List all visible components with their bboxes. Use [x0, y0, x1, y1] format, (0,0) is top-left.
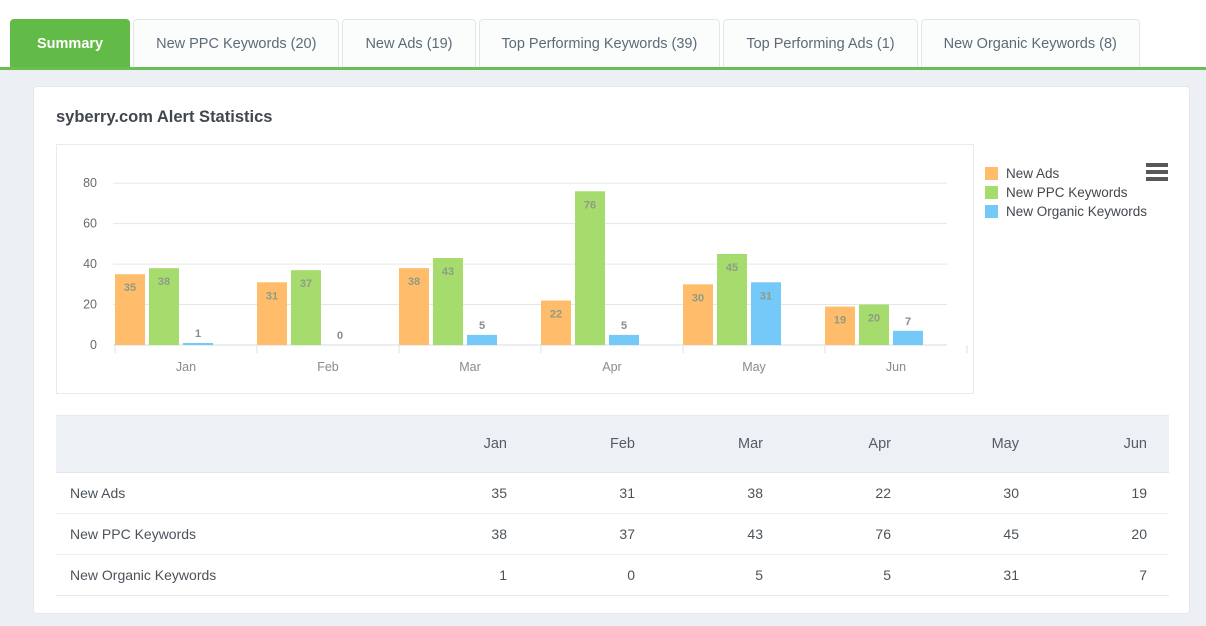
tab-new-ppc-keywords-20[interactable]: New PPC Keywords (20) [133, 19, 339, 67]
table-head: JanFebMarAprMayJun [56, 416, 1169, 473]
legend-swatch-icon [985, 186, 998, 199]
table-cell: 5 [785, 555, 913, 596]
legend-label: New PPC Keywords [1006, 185, 1128, 200]
table-corner-header [56, 416, 401, 473]
y-axis-tick-label: 40 [83, 257, 97, 271]
table-row-label: New PPC Keywords [56, 514, 401, 555]
tab-bar: SummaryNew PPC Keywords (20)New Ads (19)… [0, 0, 1206, 70]
table-cell: 5 [657, 555, 785, 596]
bar-value-label: 20 [868, 313, 880, 325]
table-cell: 76 [785, 514, 913, 555]
table-row: New PPC Keywords383743764520 [56, 514, 1169, 555]
bar-value-label: 31 [266, 290, 278, 302]
x-axis-category-label: Apr [602, 360, 621, 374]
statistics-table: JanFebMarAprMayJun New Ads353138223019Ne… [56, 415, 1169, 596]
alert-statistics-card: syberry.com Alert Statistics 0 20 40 60 80 35… [33, 86, 1190, 614]
menu-line-1 [1146, 163, 1168, 167]
table-cell: 31 [529, 473, 657, 514]
bar-value-label: 5 [621, 320, 627, 332]
tab-strip: SummaryNew PPC Keywords (20)New Ads (19)… [10, 19, 1140, 67]
tab-new-ads-19[interactable]: New Ads (19) [342, 19, 475, 67]
bar-value-label: 43 [442, 266, 454, 278]
bar[interactable] [893, 331, 923, 345]
table-column-header: Apr [785, 416, 913, 473]
legend-swatch-icon [985, 205, 998, 218]
bar-value-label: 5 [479, 320, 485, 332]
table-cell: 31 [913, 555, 1041, 596]
menu-line-2 [1146, 170, 1168, 174]
legend-swatch-icon [985, 167, 998, 180]
bar[interactable] [609, 335, 639, 345]
hamburger-menu-icon[interactable] [1146, 163, 1168, 181]
menu-line-3 [1146, 177, 1168, 181]
table-cell: 37 [529, 514, 657, 555]
x-axis-category-label: Mar [459, 360, 481, 374]
table-cell: 30 [913, 473, 1041, 514]
bar-value-label: 38 [158, 276, 170, 288]
bar[interactable] [467, 335, 497, 345]
table-cell: 43 [657, 514, 785, 555]
bar-value-label: 30 [692, 292, 704, 304]
table-header-row: JanFebMarAprMayJun [56, 416, 1169, 473]
bar[interactable] [859, 305, 889, 345]
tab-top-performing-ads-1[interactable]: Top Performing Ads (1) [723, 19, 917, 67]
table-row: New Ads353138223019 [56, 473, 1169, 514]
y-axis-tick-label: 80 [83, 176, 97, 190]
tab-new-organic-keywords-8[interactable]: New Organic Keywords (8) [921, 19, 1140, 67]
table-cell: 38 [401, 514, 529, 555]
bar-value-label: 31 [760, 290, 772, 302]
y-axis-tick-label: 20 [83, 298, 97, 312]
bar[interactable] [575, 191, 605, 345]
table-row-label: New Organic Keywords [56, 555, 401, 596]
bar-value-label: 76 [584, 199, 596, 211]
table-column-header: Feb [529, 416, 657, 473]
table-row: New Organic Keywords1055317 [56, 555, 1169, 596]
table-column-header: Jan [401, 416, 529, 473]
table-body: New Ads353138223019New PPC Keywords38374… [56, 473, 1169, 596]
table-column-header: Mar [657, 416, 785, 473]
bar-value-label: 7 [905, 316, 911, 328]
bar-value-label: 19 [834, 315, 846, 327]
y-axis-tick-label: 60 [83, 217, 97, 231]
table-cell: 1 [401, 555, 529, 596]
legend-label: New Organic Keywords [1006, 204, 1147, 219]
page-title: syberry.com Alert Statistics [56, 108, 272, 127]
table-cell: 0 [529, 555, 657, 596]
legend-label: New Ads [1006, 166, 1059, 181]
tab-top-performing-keywords-39[interactable]: Top Performing Keywords (39) [479, 19, 721, 67]
table-cell: 22 [785, 473, 913, 514]
legend-item-2[interactable]: New Organic Keywords [985, 202, 1185, 221]
bar-chart-container: 0 20 40 60 80 35 38 1 Jan 31 37 0 Feb 38 43 5 Mar 22 76 5 Ap… [56, 144, 974, 394]
x-axis-category-label: Jun [886, 360, 906, 374]
table-cell: 35 [401, 473, 529, 514]
table-cell: 7 [1041, 555, 1169, 596]
bar-value-label: 38 [408, 276, 420, 288]
bar-value-label: 37 [300, 278, 312, 290]
tab-summary[interactable]: Summary [10, 19, 130, 67]
table-column-header: May [913, 416, 1041, 473]
table-cell: 20 [1041, 514, 1169, 555]
bar-chart: 0 20 40 60 80 35 38 1 Jan 31 37 0 Feb 38 43 5 Mar 22 76 5 Ap… [57, 145, 973, 393]
table-cell: 45 [913, 514, 1041, 555]
bar[interactable] [541, 301, 571, 346]
y-axis-tick-label: 0 [90, 338, 97, 352]
bar-value-label: 45 [726, 262, 738, 274]
x-axis-category-label: Jan [176, 360, 196, 374]
bar-value-label: 0 [337, 330, 343, 342]
legend-item-1[interactable]: New PPC Keywords [985, 183, 1185, 202]
table-cell: 19 [1041, 473, 1169, 514]
x-axis-category-label: Feb [317, 360, 339, 374]
bar-value-label: 22 [550, 309, 562, 321]
bar[interactable] [183, 343, 213, 345]
bar-value-label: 1 [195, 328, 201, 340]
bar-value-label: 35 [124, 282, 136, 294]
x-axis-category-label: May [742, 360, 766, 374]
table-cell: 38 [657, 473, 785, 514]
table-row-label: New Ads [56, 473, 401, 514]
table-column-header: Jun [1041, 416, 1169, 473]
